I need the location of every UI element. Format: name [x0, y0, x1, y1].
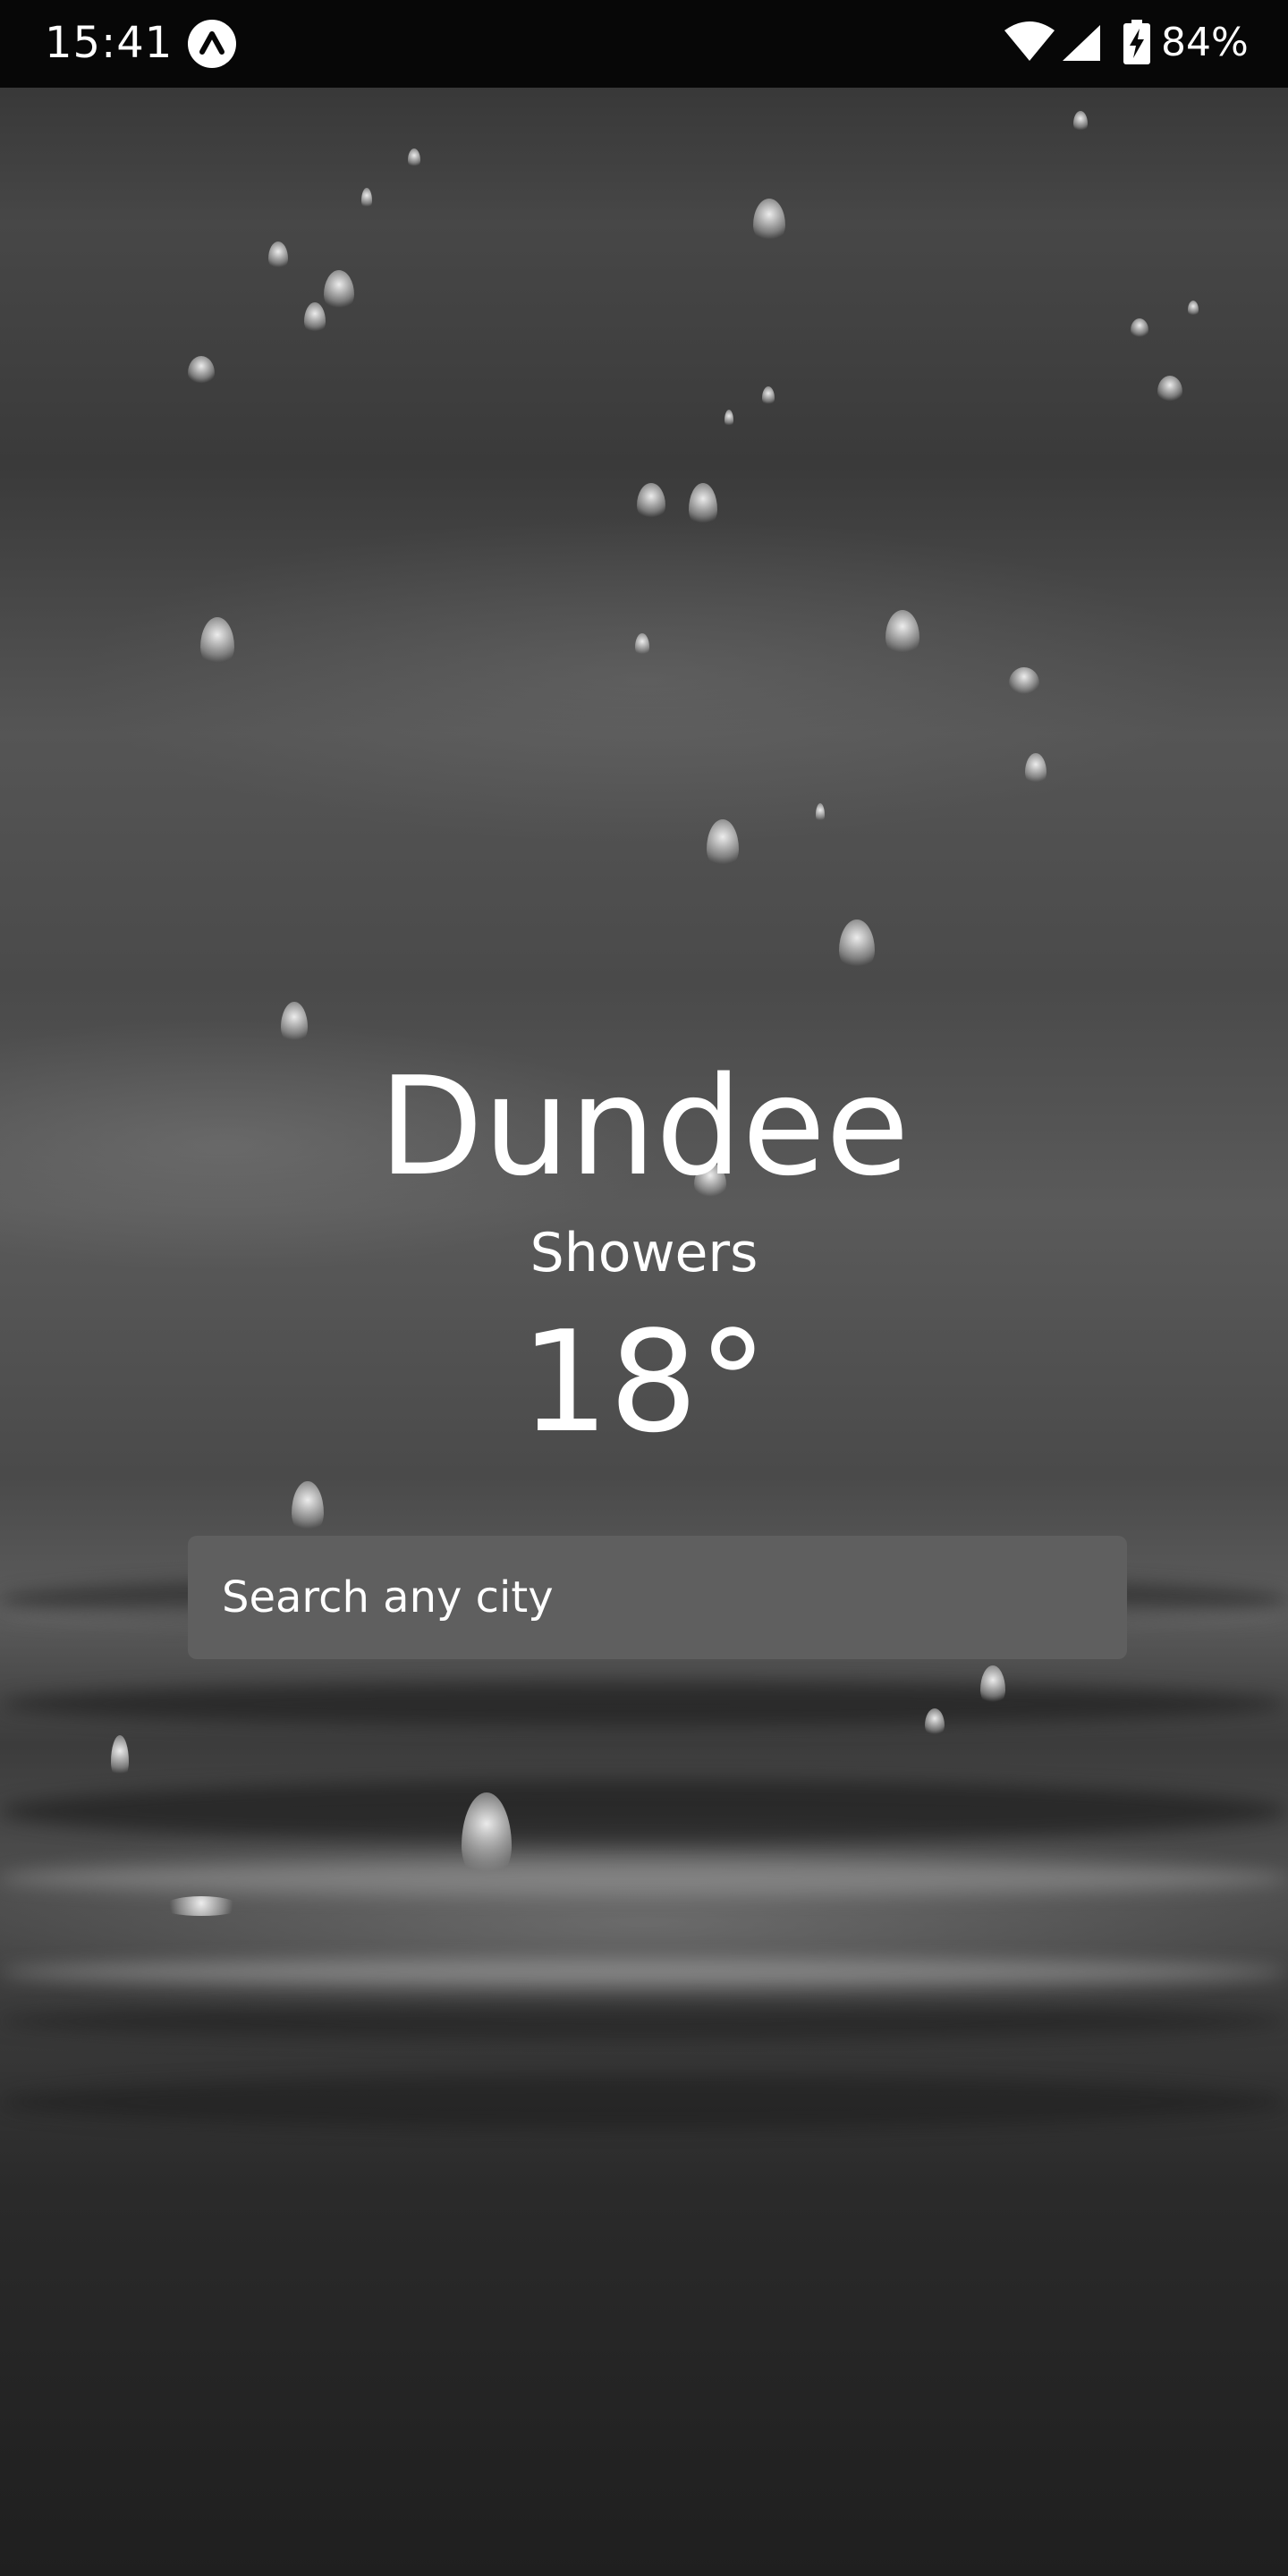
wifi-icon [1004, 21, 1055, 67]
rain-drop [1009, 667, 1039, 694]
water-ripple [0, 2075, 1288, 2129]
rain-drop [188, 356, 215, 385]
rain-drop [689, 483, 717, 528]
rain-drop [200, 617, 234, 667]
weather-screen: 15:41 84% Dundee Showers 18° [0, 0, 1288, 2576]
battery-percent: 84% [1161, 20, 1249, 65]
water-ripple [0, 1780, 1288, 1843]
rain-drop [635, 633, 649, 657]
city-name: Dundee [378, 1047, 910, 1206]
temperature: 18° [520, 1301, 768, 1463]
rain-drop [1131, 318, 1148, 338]
rain-drop [408, 148, 420, 168]
battery-charging-icon [1123, 20, 1150, 69]
rain-drop [1157, 376, 1182, 402]
water-ripple [0, 1959, 1288, 1986]
rain-drop [268, 242, 288, 270]
rain-drop [161, 1896, 242, 1916]
cellular-signal-icon [1061, 23, 1102, 67]
rain-drop [1073, 111, 1088, 132]
rain-drop [724, 410, 733, 428]
water-ripple [0, 2004, 1288, 2039]
rain-drop [1188, 301, 1199, 317]
rain-drop [324, 270, 354, 311]
rain-drop [361, 188, 372, 209]
rain-drop [1025, 753, 1046, 785]
rain-drop [707, 819, 739, 869]
rain-drop [304, 302, 326, 335]
weather-condition: Showers [530, 1222, 758, 1284]
rain-drop [281, 1002, 308, 1045]
app-notification-icon [188, 20, 236, 68]
status-bar: 15:41 84% [0, 0, 1288, 88]
rain-drop [886, 610, 919, 657]
water-ripple [0, 1860, 1288, 1896]
rain-drop [292, 1481, 324, 1535]
rain-drop [753, 199, 785, 243]
status-time: 15:41 [45, 18, 174, 68]
rain-drop [762, 386, 775, 406]
rain-drop [839, 919, 875, 971]
rain-drop [111, 1735, 129, 1780]
water-ripple [0, 1682, 1288, 1726]
city-search-input[interactable] [220, 1572, 1095, 1623]
rain-drop [925, 1708, 945, 1737]
rain-drop [637, 483, 665, 521]
search-box[interactable] [188, 1536, 1127, 1659]
rain-drop [816, 803, 825, 823]
rain-drop [980, 1665, 1005, 1707]
